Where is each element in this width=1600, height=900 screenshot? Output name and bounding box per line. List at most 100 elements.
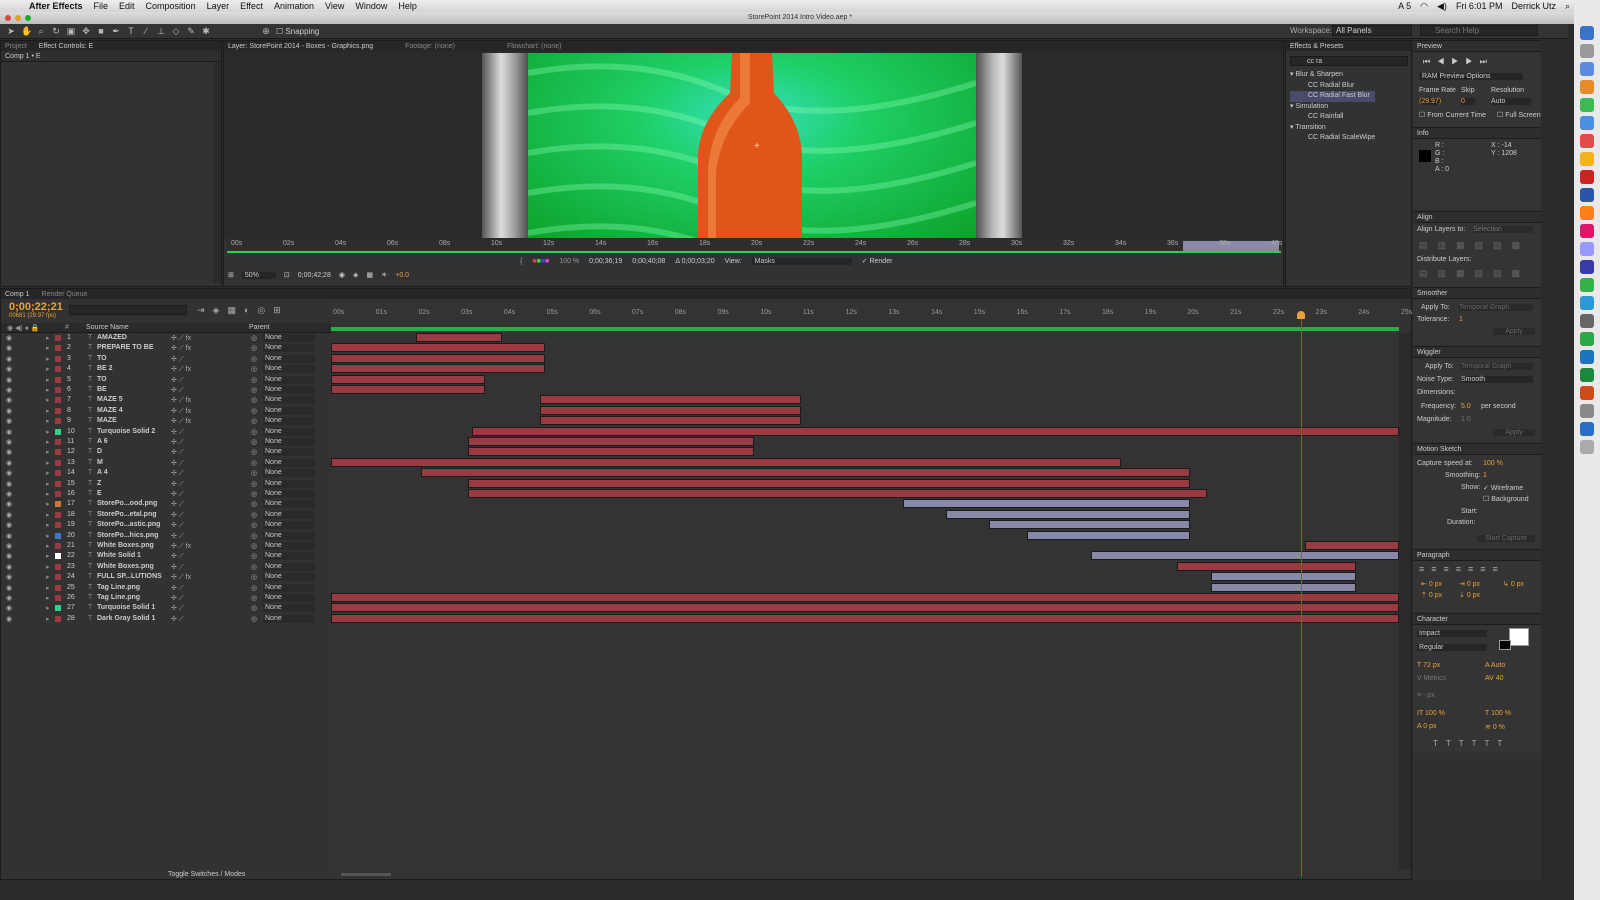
layer-switches[interactable]: ✢ ⟋ bbox=[171, 376, 184, 385]
tab-character[interactable]: Character bbox=[1413, 614, 1541, 625]
timeline-scrollbar[interactable] bbox=[1399, 333, 1411, 869]
photoshop-icon[interactable] bbox=[1580, 188, 1594, 202]
layer-duration-bar[interactable] bbox=[1211, 572, 1357, 582]
layer-switches[interactable]: ✢ ⟋ bbox=[171, 490, 184, 499]
layer-row[interactable]: ◉ ▸ 9 T MAZE ✢ ⟋ fx ◎ None bbox=[1, 416, 331, 426]
layer-row[interactable]: ◉ ▸ 24 T FULL SP...LUTIONS ✢ ⟋ fx ◎ None bbox=[1, 572, 331, 582]
tab-comp-1[interactable]: Comp 1 bbox=[5, 291, 30, 298]
label-color-swatch[interactable] bbox=[55, 449, 61, 456]
visibility-eye-icon[interactable]: ◉ bbox=[6, 355, 12, 363]
visibility-eye-icon[interactable]: ◉ bbox=[6, 365, 12, 373]
menu-layer[interactable]: Layer bbox=[207, 1, 230, 11]
spotlight-icon[interactable]: ⌕ bbox=[1565, 1, 1570, 12]
expand-triangle-icon[interactable]: ▸ bbox=[46, 428, 50, 436]
layer-switches[interactable]: ✢ ⟋ bbox=[171, 448, 184, 457]
layer-row[interactable]: ◉ ▸ 26 T Tag Line.png ✢ ⟋ ◎ None bbox=[1, 593, 331, 603]
from-current-checkbox[interactable]: ☐ From Current Time bbox=[1419, 111, 1486, 119]
pickwhip-icon[interactable]: ◎ bbox=[251, 542, 257, 550]
parent-dropdown[interactable]: None bbox=[263, 594, 315, 602]
type-tool-icon[interactable]: T bbox=[126, 26, 136, 36]
indesign-icon[interactable] bbox=[1580, 224, 1594, 238]
pickwhip-icon[interactable]: ◎ bbox=[251, 355, 257, 363]
pan-behind-tool-icon[interactable]: ✥ bbox=[81, 26, 91, 36]
expand-triangle-icon[interactable]: ▸ bbox=[46, 542, 50, 550]
layer-name[interactable]: StorePo...etal.png bbox=[97, 511, 157, 518]
layer-switches[interactable]: ✢ ⟋ bbox=[171, 552, 184, 561]
kerning-value[interactable]: V Metrics bbox=[1417, 675, 1446, 682]
layer-duration-bar[interactable] bbox=[331, 353, 545, 363]
visibility-eye-icon[interactable]: ◉ bbox=[6, 334, 12, 342]
smoother-apply-to-dropdown[interactable]: Temporal Graph bbox=[1459, 304, 1533, 311]
layer-duration-bar[interactable] bbox=[1211, 582, 1357, 592]
menu-effect[interactable]: Effect bbox=[240, 1, 263, 11]
layer-switches[interactable]: ✢ ⟋ fx bbox=[171, 365, 191, 374]
expand-triangle-icon[interactable]: ▸ bbox=[46, 615, 50, 623]
layer-name[interactable]: StorePo...hics.png bbox=[97, 532, 158, 539]
expand-triangle-icon[interactable]: ▸ bbox=[46, 573, 50, 581]
expand-triangle-icon[interactable]: ▸ bbox=[46, 407, 50, 415]
parent-dropdown[interactable]: None bbox=[263, 344, 315, 353]
tab-motion-sketch[interactable]: Motion Sketch bbox=[1413, 444, 1541, 455]
pickwhip-icon[interactable]: ◎ bbox=[251, 365, 257, 373]
label-color-swatch[interactable] bbox=[55, 605, 61, 612]
user-name[interactable]: Derrick Utz bbox=[1511, 1, 1556, 11]
layer-switches[interactable]: ✢ ⟋ bbox=[171, 615, 184, 624]
label-color-swatch[interactable] bbox=[55, 397, 61, 404]
layer-name[interactable]: MAZE 5 bbox=[97, 396, 123, 403]
pickwhip-icon[interactable]: ◎ bbox=[251, 573, 257, 581]
fill-color-swatch[interactable] bbox=[1509, 628, 1529, 646]
itunes-icon[interactable] bbox=[1580, 404, 1594, 418]
skip-dropdown[interactable]: 0 bbox=[1461, 98, 1475, 105]
indent-left-value[interactable]: ⇤ 0 px bbox=[1421, 580, 1442, 588]
layer-row[interactable]: ◉ ▸ 17 T StorePo...ood.png ✢ ⟋ ◎ None bbox=[1, 499, 331, 509]
layer-duration-bar[interactable] bbox=[946, 509, 1190, 519]
font-family-dropdown[interactable]: Impact bbox=[1417, 630, 1487, 637]
layer-name[interactable]: MAZE 4 bbox=[97, 407, 123, 414]
work-area-bar[interactable] bbox=[331, 327, 1399, 331]
layer-row[interactable]: ◉ ▸ 20 T StorePo...hics.png ✢ ⟋ ◎ None bbox=[1, 531, 331, 541]
in-point-value[interactable]: 0;00;36;19 bbox=[589, 258, 622, 265]
pickwhip-icon[interactable]: ◎ bbox=[251, 521, 257, 529]
expand-triangle-icon[interactable]: ▸ bbox=[46, 344, 50, 352]
current-time[interactable]: 0;00;42;28 bbox=[298, 272, 331, 279]
label-color-swatch[interactable] bbox=[55, 511, 61, 518]
visibility-eye-icon[interactable]: ◉ bbox=[6, 521, 12, 529]
pickwhip-icon[interactable]: ◎ bbox=[251, 344, 257, 352]
pickwhip-icon[interactable]: ◎ bbox=[251, 563, 257, 571]
timeline-track-area[interactable]: 00s 01s 02s 03s 04s 05s 06s 07s 08s 09s 10s 11s 12s 1… bbox=[331, 301, 1412, 877]
tracking-value[interactable]: AV 40 bbox=[1485, 675, 1504, 682]
layer-duration-bar[interactable] bbox=[416, 333, 502, 342]
pickwhip-icon[interactable]: ◎ bbox=[251, 376, 257, 384]
leading-value[interactable]: A Auto bbox=[1485, 662, 1505, 669]
in-point-icon[interactable]: { bbox=[520, 258, 522, 265]
parent-dropdown[interactable]: None bbox=[263, 614, 315, 623]
parent-dropdown[interactable]: None bbox=[263, 375, 315, 384]
parent-dropdown[interactable]: None bbox=[263, 500, 315, 509]
layer-row[interactable]: ◉ ▸ 14 T A 4 ✢ ⟋ ◎ None bbox=[1, 468, 331, 478]
layer-row[interactable]: ◉ ▸ 13 T M ✢ ⟋ ◎ None bbox=[1, 458, 331, 468]
horizontal-scale-value[interactable]: T 100 % bbox=[1485, 710, 1511, 717]
visibility-eye-icon[interactable]: ◉ bbox=[6, 573, 12, 581]
layer-row[interactable]: ◉ ▸ 8 T MAZE 4 ✢ ⟋ fx ◎ None bbox=[1, 406, 331, 416]
effect-cc-radial-blur[interactable]: CC Radial Blur bbox=[1290, 81, 1375, 92]
parent-dropdown[interactable]: None bbox=[263, 573, 315, 582]
expand-triangle-icon[interactable]: ▸ bbox=[46, 469, 50, 477]
label-color-swatch[interactable] bbox=[55, 407, 61, 414]
baseline-shift-value[interactable]: A 0 px bbox=[1417, 723, 1436, 730]
wiggler-apply-to-dropdown[interactable]: Temporal Graph bbox=[1461, 363, 1533, 370]
layer-row[interactable]: ◉ ▸ 21 T White Boxes.png ✢ ⟋ fx ◎ None bbox=[1, 541, 331, 551]
layer-name[interactable]: AMAZED bbox=[97, 334, 127, 341]
layer-switches[interactable]: ✢ ⟋ fx bbox=[171, 542, 191, 551]
layer-switches[interactable]: ✢ ⟋ bbox=[171, 604, 184, 613]
start-capture-button[interactable]: Start Capture bbox=[1477, 535, 1535, 542]
tolerance-value[interactable]: 1 bbox=[1459, 316, 1463, 323]
parent-dropdown[interactable]: None bbox=[263, 438, 315, 446]
layer-switches[interactable]: ✢ ⟋ bbox=[171, 386, 184, 395]
layer-name[interactable]: BE 2 bbox=[97, 365, 113, 372]
parent-dropdown[interactable]: None bbox=[263, 458, 315, 467]
layer-name[interactable]: PREPARE TO BE bbox=[97, 344, 154, 351]
viewer-canvas[interactable]: + bbox=[224, 51, 1283, 239]
search-help-input[interactable]: Search Help bbox=[1420, 25, 1538, 36]
region-icon[interactable]: ⊞ bbox=[228, 271, 234, 279]
faux-style-buttons[interactable]: TTTTTT bbox=[1433, 739, 1510, 748]
